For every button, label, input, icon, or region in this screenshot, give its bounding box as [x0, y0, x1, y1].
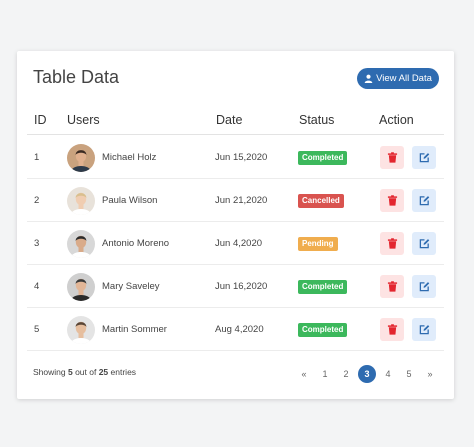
avatar — [67, 315, 95, 344]
summary-suffix: entries — [108, 367, 137, 377]
row-status: Completed — [298, 136, 348, 179]
delete-button[interactable] — [380, 232, 404, 255]
row-status: Pending — [298, 222, 338, 265]
row-user: Mary Saveley — [67, 265, 160, 308]
row-user-name: Mary Saveley — [102, 281, 160, 292]
entries-summary: Showing 5 out of 25 entries — [33, 367, 136, 377]
status-badge: Completed — [298, 150, 348, 165]
row-date: Aug 4,2020 — [215, 324, 264, 335]
row-date: Jun 21,2020 — [215, 195, 268, 206]
pagination-page-4[interactable]: 4 — [379, 365, 397, 383]
table-header: ID Users Date Status Action — [27, 105, 444, 135]
column-header-users: Users — [67, 113, 100, 127]
row-user: Antonio Moreno — [67, 222, 169, 265]
pagination-first[interactable]: « — [295, 365, 313, 383]
edit-icon — [419, 282, 429, 292]
row-id: 5 — [34, 324, 40, 335]
row-id: 1 — [34, 152, 40, 163]
table-row: 1 Michael Holz Jun 15,2020 Completed — [27, 136, 444, 179]
row-date: Jun 16,2020 — [215, 281, 268, 292]
avatar — [67, 229, 95, 258]
trash-icon — [387, 152, 397, 163]
column-header-id: ID — [34, 113, 47, 127]
delete-button[interactable] — [380, 318, 404, 341]
row-user: Michael Holz — [67, 136, 156, 179]
row-user-name: Martin Sommer — [102, 324, 167, 335]
row-date: Jun 4,2020 — [215, 238, 263, 249]
status-badge: Cancelled — [298, 193, 344, 208]
status-badge: Completed — [298, 279, 348, 294]
table-card: Table Data View All Data ID Users Date S… — [17, 51, 454, 399]
view-all-data-button[interactable]: View All Data — [357, 68, 439, 89]
status-badge: Pending — [298, 236, 338, 251]
row-user-name: Antonio Moreno — [102, 238, 170, 249]
avatar — [67, 272, 95, 301]
row-date: Jun 15,2020 — [215, 152, 268, 163]
trash-icon — [387, 281, 397, 292]
pagination-page-5[interactable]: 5 — [400, 365, 418, 383]
table-row: 2 Paula Wilson Jun 21,2020 Cancelled — [27, 179, 444, 222]
row-user: Paula Wilson — [67, 179, 157, 222]
column-header-date: Date — [216, 113, 243, 127]
pagination-page-1[interactable]: 1 — [316, 365, 334, 383]
user-icon — [364, 74, 373, 83]
row-id: 3 — [34, 238, 40, 249]
pagination-page-3[interactable]: 3 — [358, 365, 376, 383]
row-user: Martin Sommer — [67, 308, 167, 351]
edit-button[interactable] — [412, 189, 436, 212]
pagination-last[interactable]: » — [421, 365, 439, 383]
table-row: 3 Antonio Moreno Jun 4,2020 Pending — [27, 222, 444, 265]
table-row: 5 Martin Sommer Aug 4,2020 Completed — [27, 308, 444, 351]
trash-icon — [387, 238, 397, 249]
delete-button[interactable] — [380, 275, 404, 298]
edit-icon — [419, 239, 429, 249]
edit-button[interactable] — [412, 318, 436, 341]
row-id: 2 — [34, 195, 40, 206]
row-id: 4 — [34, 281, 40, 292]
trash-icon — [387, 324, 397, 335]
summary-total-count: 25 — [98, 367, 109, 377]
trash-icon — [387, 195, 397, 206]
avatar — [67, 186, 95, 215]
page-title: Table Data — [33, 67, 120, 87]
row-status: Cancelled — [298, 179, 344, 222]
row-status: Completed — [298, 265, 348, 308]
column-header-status: Status — [299, 113, 335, 127]
avatar — [67, 143, 95, 172]
edit-icon — [419, 325, 429, 335]
row-user-name: Paula Wilson — [102, 195, 158, 206]
view-all-data-label: View All Data — [376, 73, 432, 84]
pagination-page-2[interactable]: 2 — [337, 365, 355, 383]
edit-button[interactable] — [412, 146, 436, 169]
delete-button[interactable] — [380, 189, 404, 212]
row-status: Completed — [298, 308, 348, 351]
summary-prefix: Showing — [33, 367, 68, 377]
column-header-action: Action — [379, 113, 414, 127]
edit-icon — [419, 153, 429, 163]
status-badge: Completed — [298, 322, 348, 337]
edit-icon — [419, 196, 429, 206]
delete-button[interactable] — [380, 146, 404, 169]
row-user-name: Michael Holz — [102, 152, 157, 163]
edit-button[interactable] — [412, 232, 436, 255]
summary-middle: out of — [72, 367, 99, 377]
edit-button[interactable] — [412, 275, 436, 298]
table-row: 4 Mary Saveley Jun 16,2020 Completed — [27, 265, 444, 308]
